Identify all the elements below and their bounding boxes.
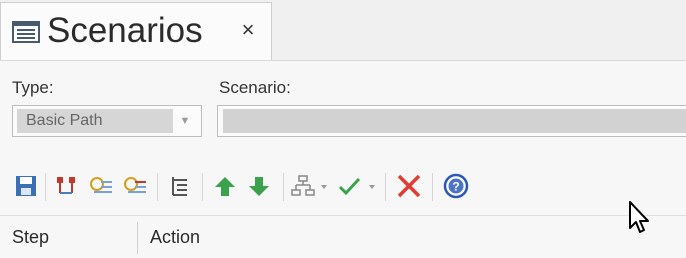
add-alternate-icon[interactable] — [86, 171, 116, 201]
close-icon[interactable]: × — [234, 16, 262, 44]
column-header-step[interactable]: Step — [12, 216, 49, 258]
structure-icon[interactable] — [52, 171, 82, 201]
add-exception-icon[interactable] — [120, 171, 150, 201]
tab-title: Scenarios — [47, 11, 203, 50]
scenario-input[interactable] — [217, 105, 686, 137]
save-icon[interactable] — [12, 171, 40, 201]
toolbar-separator — [157, 173, 158, 201]
type-label: Type: — [12, 78, 54, 97]
toolbar-separator — [432, 173, 433, 201]
svg-text:?: ? — [452, 180, 459, 194]
tab-strip: Scenarios × — [0, 0, 686, 60]
toolbar-separator — [283, 173, 284, 201]
type-select-value: Basic Path — [17, 109, 173, 133]
generate-diagram-icon[interactable] — [290, 171, 332, 201]
column-divider[interactable] — [137, 222, 138, 254]
toolbar-separator — [202, 173, 203, 201]
move-up-icon[interactable] — [210, 171, 240, 201]
scenario-input-value — [223, 109, 686, 133]
scenario-label: Scenario: — [219, 78, 291, 97]
delete-icon[interactable] — [392, 171, 426, 201]
toolbar-separator — [385, 173, 386, 201]
toolbar: ? — [0, 161, 686, 207]
type-select[interactable]: Basic Path ▼ — [12, 105, 202, 137]
validate-icon[interactable] — [336, 171, 380, 201]
chevron-down-icon[interactable]: ▼ — [173, 109, 197, 133]
tab-scenarios[interactable]: Scenarios × — [0, 2, 272, 60]
column-header-action[interactable]: Action — [150, 216, 200, 258]
help-icon[interactable]: ? — [438, 171, 474, 201]
document-list-icon — [12, 21, 40, 43]
mouse-cursor-icon — [628, 200, 654, 241]
indent-tree-icon[interactable] — [165, 171, 195, 201]
scenarios-panel: Type: Scenario: Basic Path ▼ ? Step Acti… — [0, 60, 686, 258]
move-down-icon[interactable] — [244, 171, 274, 201]
grid-header: Step Action — [0, 215, 686, 258]
toolbar-separator — [45, 173, 46, 201]
